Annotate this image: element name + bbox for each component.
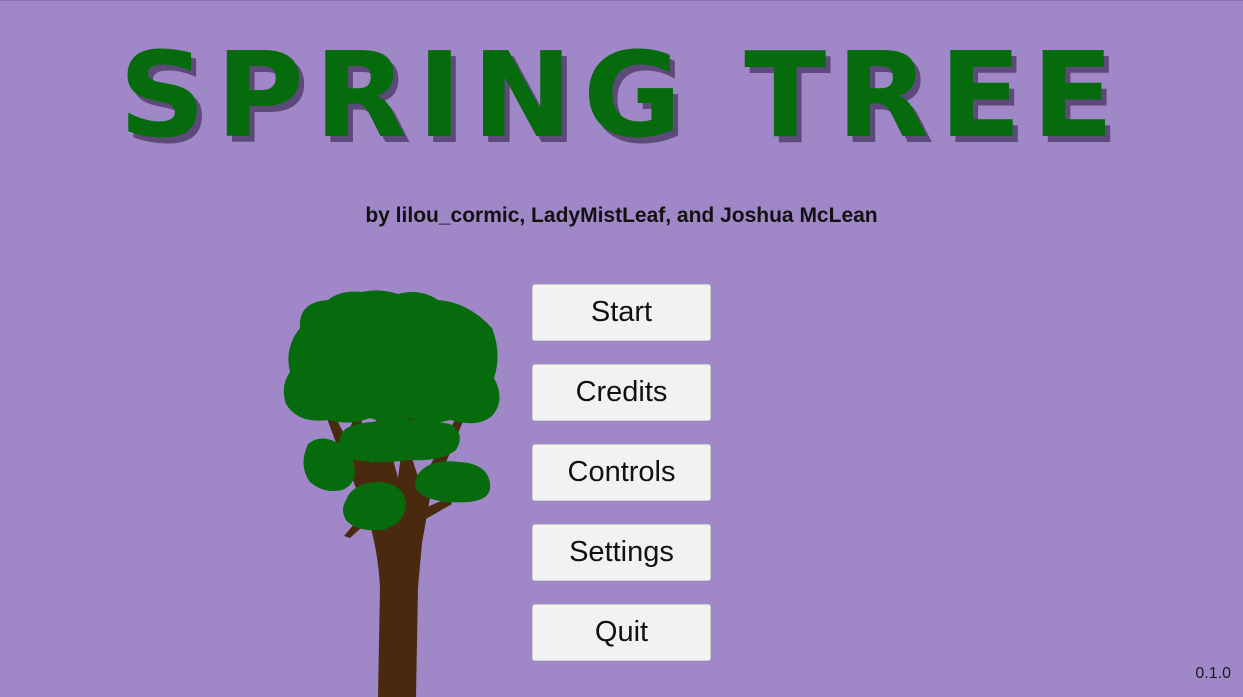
credits-button[interactable]: Credits (532, 364, 711, 421)
top-border (0, 0, 1243, 1)
quit-button[interactable]: Quit (532, 604, 711, 661)
game-credits-line: by lilou_cormic, LadyMistLeaf, and Joshu… (365, 204, 878, 227)
settings-button[interactable]: Settings (532, 524, 711, 581)
tree-illustration (283, 290, 500, 697)
start-button[interactable]: Start (532, 284, 711, 341)
version-label: 0.1.0 (1195, 665, 1231, 682)
game-title: SPRING TREE (118, 26, 1125, 164)
main-menu: Start Credits Controls Settings Quit (532, 284, 711, 684)
tree-crown (283, 290, 500, 424)
controls-button[interactable]: Controls (532, 444, 711, 501)
